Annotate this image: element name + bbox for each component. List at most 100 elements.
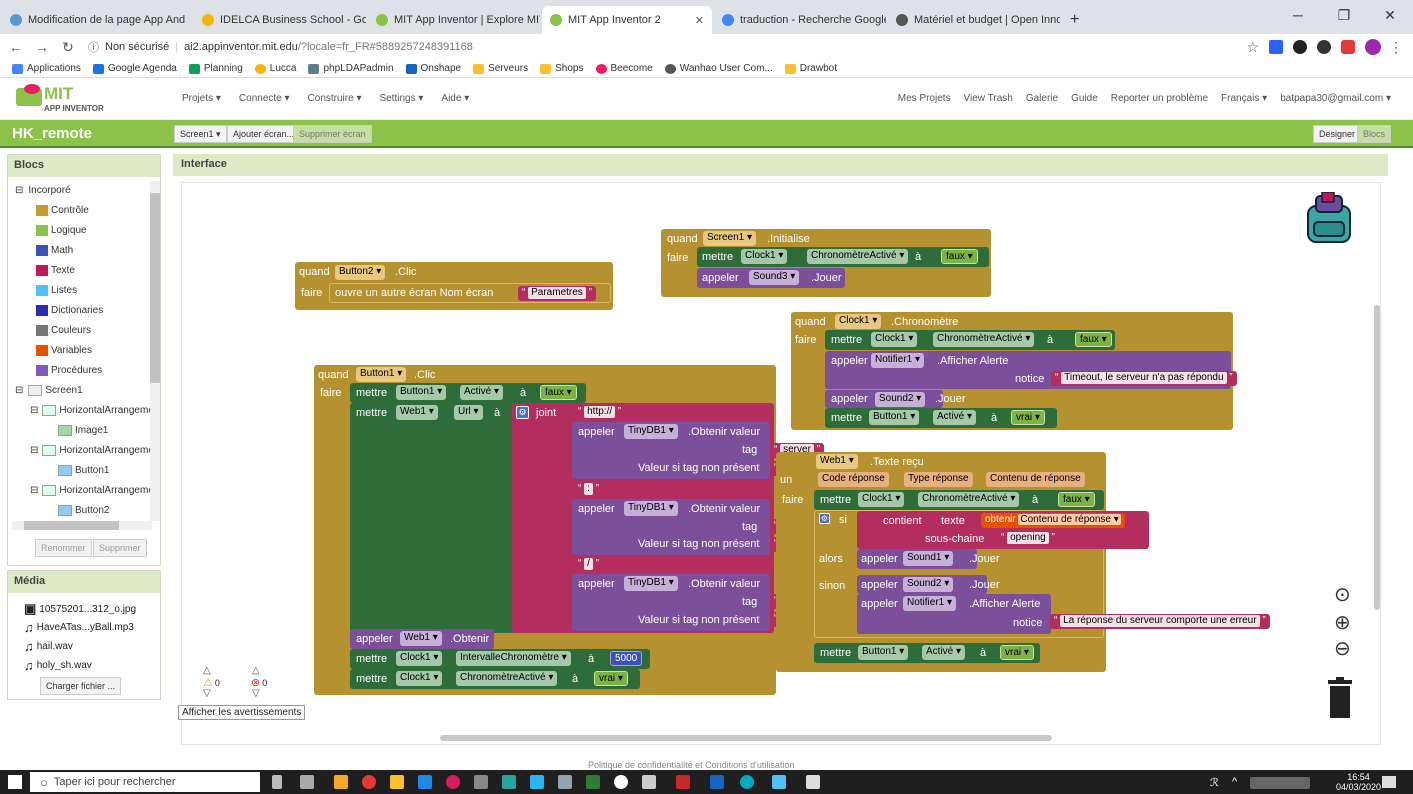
event-param-chip[interactable]: Code réponse xyxy=(818,472,889,487)
bookmark[interactable]: Serveurs xyxy=(473,63,528,74)
app-icon[interactable] xyxy=(772,775,786,789)
close-window-icon[interactable]: ✕ xyxy=(1367,7,1413,24)
collapse-icon[interactable]: ⊟ xyxy=(15,185,23,196)
taskbar-search[interactable]: ○ Taper ici pour rechercher xyxy=(30,772,260,792)
menu-galerie[interactable]: Galerie xyxy=(1026,93,1058,104)
app-icon[interactable] xyxy=(558,775,572,789)
close-icon[interactable]: ✕ xyxy=(185,14,192,27)
bookmark[interactable]: Beecome xyxy=(595,63,653,74)
boolean-dropdown[interactable]: faux ▾ xyxy=(1075,332,1112,347)
component-dropdown[interactable]: TinyDB1 ▾ xyxy=(624,501,678,516)
boolean-dropdown[interactable]: faux ▾ xyxy=(1058,492,1095,507)
bookmark[interactable]: Planning xyxy=(188,63,243,74)
tray-chevron-icon[interactable]: ^ xyxy=(1232,776,1237,788)
screen-select[interactable]: Screen1 ▾ xyxy=(174,125,227,143)
app-icon[interactable] xyxy=(446,775,460,789)
string-value[interactable]: http:// xyxy=(584,406,616,418)
recenter-icon[interactable]: ⊙ xyxy=(1334,582,1351,607)
call-method-block[interactable]: appeler Sound2 ▾ .Jouer xyxy=(857,575,1000,594)
tree-item-colors[interactable]: Couleurs xyxy=(36,325,91,336)
collapse-icon[interactable]: ⊟ xyxy=(30,445,38,456)
menu-settings[interactable]: Settings ▾ xyxy=(379,93,423,104)
remove-screen-button[interactable]: Supprimer écran xyxy=(293,125,372,143)
component-dropdown[interactable]: Sound2 ▾ xyxy=(903,577,954,592)
component-dropdown[interactable]: Sound3 ▾ xyxy=(749,270,800,285)
rename-button[interactable]: Renommer xyxy=(35,539,92,557)
property-dropdown[interactable]: ChronomètreActivé ▾ xyxy=(933,332,1035,347)
tree-item-variables[interactable]: Variables xyxy=(36,345,92,356)
app-icon[interactable] xyxy=(474,775,488,789)
component-dropdown[interactable]: Notifier1 ▾ xyxy=(871,353,925,368)
component-dropdown[interactable]: TinyDB1 ▾ xyxy=(624,424,678,439)
boolean-dropdown[interactable]: vrai ▾ xyxy=(1000,645,1034,660)
tree-component[interactable]: Image1 xyxy=(58,425,108,436)
zoom-in-icon[interactable]: ⊕ xyxy=(1334,610,1351,635)
profile-avatar[interactable] xyxy=(1365,39,1381,55)
event-block-button2-click[interactable]: quand Button2 ▾ .Clic faire ouvre un aut… xyxy=(295,262,613,310)
bookmark[interactable]: Applications xyxy=(12,63,81,74)
tree-builtin[interactable]: ⊟ Incorporé xyxy=(15,185,71,196)
info-icon[interactable]: ⓘ xyxy=(88,39,99,55)
string-value[interactable]: Timeout, le serveur n'a pas répondu xyxy=(1061,372,1227,384)
menu-account[interactable]: batpapa30@gmail.com ▾ xyxy=(1280,93,1391,104)
media-item[interactable]: ♫ hail.wav xyxy=(24,639,73,654)
contains-text-block[interactable]: contient texte obtenir Contenu de répons… xyxy=(857,511,1149,549)
set-url-block[interactable]: mettre Web1 ▾ Url ▾ à ⚙ joint “ http:// … xyxy=(350,403,825,633)
blocks-button[interactable]: Blocs xyxy=(1357,125,1392,143)
open-screen-block[interactable]: ouvre un autre écran Nom écran “ Paramet… xyxy=(329,283,611,303)
tree-component[interactable]: Button2 xyxy=(58,505,109,516)
back-arrow-icon[interactable]: ← xyxy=(6,39,26,55)
outlook-icon[interactable] xyxy=(418,775,432,789)
tree-item-text[interactable]: Texte xyxy=(36,265,75,276)
component-dropdown[interactable]: Clock1 ▾ xyxy=(396,671,443,686)
string-value[interactable]: : xyxy=(584,483,593,495)
set-property-block[interactable]: mettre Clock1 ▾ ChronomètreActivé ▾ à vr… xyxy=(350,669,640,689)
join-block[interactable]: ⚙ joint “ http:// ” appeler TinyDB1 ▾ .O… xyxy=(512,403,825,633)
browser-tab[interactable]: Matériel et budget | Open Innov✕ xyxy=(888,6,1060,34)
tree-hscrollbar[interactable] xyxy=(12,521,152,530)
collapse-icon[interactable]: ⊟ xyxy=(30,485,38,496)
forward-arrow-icon[interactable]: → xyxy=(32,39,52,55)
menu-view-trash[interactable]: View Trash xyxy=(964,93,1013,104)
set-property-block[interactable]: mettre Button1 ▾ Activé ▾ à vrai ▾ xyxy=(814,643,1040,663)
app-icon[interactable] xyxy=(614,775,628,789)
pdf-icon[interactable] xyxy=(676,775,690,789)
component-dropdown[interactable]: Notifier1 ▾ xyxy=(903,596,957,611)
excel-icon[interactable] xyxy=(586,775,600,789)
app-icon[interactable] xyxy=(740,775,754,789)
extension-icon[interactable] xyxy=(1317,40,1331,54)
get-variable-block[interactable]: obtenir Contenu de réponse ▾ xyxy=(981,513,1125,528)
string-value[interactable]: / xyxy=(584,558,593,570)
call-method-block[interactable]: appeler Sound3 ▾ .Jouer xyxy=(697,268,845,288)
text-string-block[interactable]: “ : ” xyxy=(574,482,603,497)
string-value[interactable]: opening xyxy=(1007,532,1049,544)
string-value[interactable]: Parametres xyxy=(528,287,586,299)
chrome-icon[interactable] xyxy=(362,775,376,789)
call-alert-block[interactable]: appeler Notifier1 ▾ .Afficher Alerte not… xyxy=(825,351,1237,389)
workspace-vscrollbar[interactable] xyxy=(1374,305,1380,610)
backpack-icon[interactable] xyxy=(1302,191,1356,246)
component-dropdown[interactable]: Clock1 ▾ xyxy=(835,314,882,329)
boolean-dropdown[interactable]: vrai ▾ xyxy=(1011,410,1045,425)
menu-dots-icon[interactable]: ⋮ xyxy=(1389,39,1403,56)
show-warnings-button[interactable]: Afficher les avertissements xyxy=(178,705,306,720)
text-string-block[interactable]: “ http:// ” xyxy=(574,405,626,420)
set-property-block[interactable]: mettre Button1 ▾ Activé ▾ à vrai ▾ xyxy=(825,408,1057,428)
component-dropdown[interactable]: Screen1 ▾ xyxy=(703,231,757,246)
menu-connecte[interactable]: Connecte ▾ xyxy=(239,93,290,104)
property-dropdown[interactable]: IntervalleChronomètre ▾ xyxy=(456,651,571,666)
event-block-web1-got-text[interactable]: Web1 ▾ .Texte reçu un Code réponse Type … xyxy=(776,452,1270,672)
notification-icon[interactable] xyxy=(1382,776,1396,788)
bookmark[interactable]: Onshape xyxy=(405,63,461,74)
microphone-icon[interactable] xyxy=(272,775,282,789)
set-property-block[interactable]: mettre Clock1 ▾ ChronomètreActivé ▾ à fa… xyxy=(814,490,1104,510)
menu-language[interactable]: Français ▾ xyxy=(1221,93,1267,104)
browser-tab[interactable]: IDELCA Business School - Google✕ xyxy=(194,6,366,34)
footer-privacy-link[interactable]: Politique de confidentialité et Conditio… xyxy=(588,760,794,770)
add-screen-button[interactable]: Ajouter écran... xyxy=(227,125,301,143)
bookmark[interactable]: Wanhao User Com... xyxy=(664,63,773,74)
collapse-icon[interactable]: ⊟ xyxy=(30,405,38,416)
bookmark[interactable]: Lucca xyxy=(254,63,296,74)
component-dropdown[interactable]: Clock1 ▾ xyxy=(858,492,905,507)
text-string-block[interactable]: “ Parametres ” xyxy=(518,286,596,301)
